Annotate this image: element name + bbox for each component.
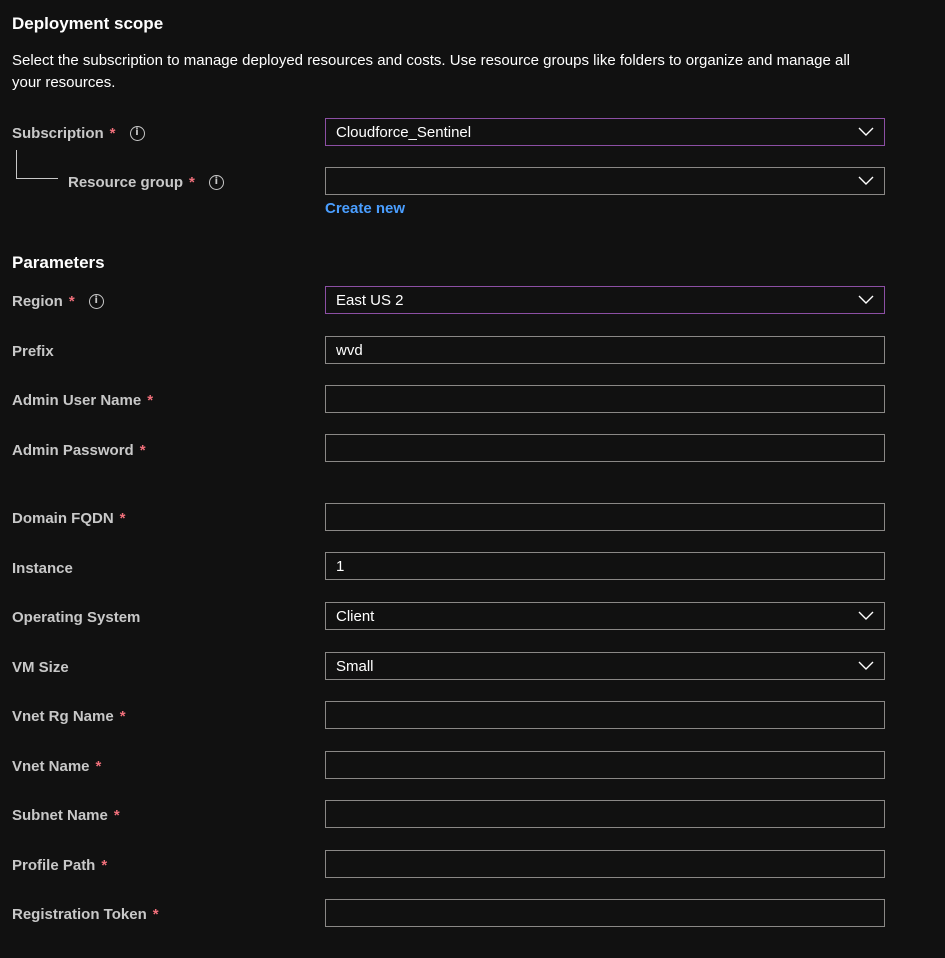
admin-password-input[interactable] [325,434,885,462]
operating-system-dropdown[interactable]: Client [325,602,885,630]
region-value: East US 2 [336,291,404,309]
instance-input[interactable]: 1 [325,552,885,580]
profile-path-input[interactable] [325,850,885,878]
subnet-name-label-text: Subnet Name [12,806,108,824]
profile-path-label: Profile Path * [12,854,107,876]
deployment-scope-description: Select the subscription to manage deploy… [12,52,850,91]
required-marker: * [119,509,126,527]
vnet-rg-name-label-text: Vnet Rg Name [12,707,114,725]
instance-value: 1 [336,557,345,575]
resource-group-label: Resource group * i [68,171,224,193]
profile-path-label-text: Profile Path [12,856,96,874]
info-icon[interactable]: i [208,174,224,190]
vm-size-dropdown[interactable]: Small [325,652,885,680]
registration-token-label: Registration Token * [12,903,159,925]
instance-label-text: Instance [12,559,73,577]
deployment-form: Deployment scope Select the subscription… [0,0,945,958]
info-icon[interactable]: i [129,125,145,141]
required-marker: * [109,124,116,142]
chevron-down-icon [858,295,874,304]
required-marker: * [152,905,159,923]
chevron-down-icon [858,611,874,620]
vm-size-label: VM Size [12,656,69,678]
prefix-label-text: Prefix [12,342,54,360]
required-marker: * [101,856,108,874]
vnet-name-label-text: Vnet Name [12,757,90,775]
required-marker: * [147,391,154,409]
required-marker: * [139,441,146,459]
parameters-title: Parameters [12,253,105,272]
required-marker: * [95,757,102,775]
admin-user-name-input[interactable] [325,385,885,413]
domain-fqdn-label-text: Domain FQDN [12,509,114,527]
region-dropdown[interactable]: East US 2 [325,286,885,314]
admin-user-name-label: Admin User Name * [12,389,153,411]
subnet-name-input[interactable] [325,800,885,828]
required-marker: * [68,292,75,310]
registration-token-label-text: Registration Token [12,905,147,923]
admin-user-name-label-text: Admin User Name [12,391,142,409]
operating-system-value: Client [336,607,375,625]
vm-size-label-text: VM Size [12,658,69,676]
required-marker: * [119,707,126,725]
create-new-link[interactable]: Create new [325,200,405,217]
operating-system-label-text: Operating System [12,608,141,626]
subscription-value: Cloudforce_Sentinel [336,123,472,141]
chevron-down-icon [858,176,874,185]
chevron-down-icon [858,127,874,136]
required-marker: * [189,173,195,191]
domain-fqdn-input[interactable] [325,503,885,531]
subscription-label-text: Subscription [12,124,104,142]
deployment-scope-title: Deployment scope [12,14,164,33]
operating-system-label: Operating System [12,606,140,628]
subscription-dropdown[interactable]: Cloudforce_Sentinel [325,118,885,146]
admin-password-label: Admin Password * [12,439,146,461]
vnet-rg-name-label: Vnet Rg Name * [12,705,126,727]
tree-connector [16,150,58,179]
registration-token-input[interactable] [325,899,885,927]
resource-group-dropdown[interactable] [325,167,885,195]
region-label: Region * i [12,290,104,312]
subnet-name-label: Subnet Name * [12,804,120,826]
vnet-name-input[interactable] [325,751,885,779]
vnet-name-label: Vnet Name * [12,755,101,777]
subscription-label: Subscription * i [12,122,145,144]
prefix-input[interactable]: wvd [325,336,885,364]
resource-group-label-text: Resource group [68,173,184,191]
required-marker: * [113,806,120,824]
vnet-rg-name-input[interactable] [325,701,885,729]
region-label-text: Region [12,292,63,310]
instance-label: Instance [12,557,73,579]
prefix-label: Prefix [12,340,54,362]
domain-fqdn-label: Domain FQDN * [12,507,126,529]
prefix-value: wvd [336,341,363,359]
admin-password-label-text: Admin Password [12,441,134,459]
vm-size-value: Small [336,657,374,675]
info-icon[interactable]: i [88,293,104,309]
chevron-down-icon [858,661,874,670]
